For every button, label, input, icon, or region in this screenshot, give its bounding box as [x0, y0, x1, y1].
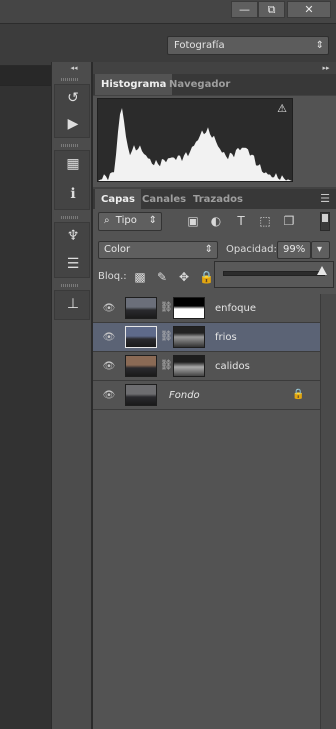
layer-filter-kind-dropdown[interactable]: ⌕ Tipo ⇕	[98, 212, 162, 231]
dock-gripper[interactable]	[61, 284, 79, 287]
eye-icon[interactable]: 👁	[102, 333, 116, 343]
layer-thumbnail[interactable]	[125, 297, 157, 319]
histogram-graph	[97, 98, 293, 182]
layer-mask-thumbnail[interactable]	[173, 326, 205, 348]
layer-row[interactable]: 👁 ⛓ calidos	[93, 352, 320, 381]
lock-position-icon[interactable]: ✥	[177, 270, 191, 284]
close-button[interactable]: ✕	[287, 1, 331, 18]
link-chain-icon[interactable]: ⛓	[160, 301, 173, 315]
workspace-dropdown[interactable]: Fotografía ⇕	[167, 36, 329, 55]
workspace-value: Fotografía	[174, 40, 225, 51]
layer-name[interactable]: enfoque	[215, 302, 256, 316]
info-icon[interactable]: ℹ	[60, 184, 86, 204]
brush-presets-icon[interactable]: ♆	[60, 226, 86, 246]
adjustment-sliders-icon[interactable]: ☰	[60, 254, 86, 274]
chevron-updown-icon: ⇕	[315, 40, 324, 51]
layer-row[interactable]: 👁 ⛓ enfoque	[93, 294, 320, 323]
layer-row[interactable]: 👁 ⛓ frios	[93, 323, 320, 352]
tab-histogram[interactable]: Histograma	[95, 74, 173, 95]
chevron-updown-icon: ⇕	[204, 244, 213, 255]
layer-mask-thumbnail[interactable]	[173, 297, 205, 319]
shape-filter-icon[interactable]: ⬚	[257, 213, 273, 229]
layer-mask-thumbnail[interactable]	[173, 355, 205, 377]
tab-channels[interactable]: Canales	[136, 189, 192, 210]
panel-menu-icon[interactable]: ☰	[317, 193, 333, 205]
filter-toggle-switch[interactable]	[320, 212, 330, 231]
opacity-value: 99%	[283, 244, 306, 255]
tab-navigator[interactable]: Navegador	[163, 74, 236, 95]
opacity-slider-popup[interactable]	[214, 261, 334, 288]
collapse-dock-icon[interactable]: ◂◂	[62, 64, 86, 72]
window-title-bar	[0, 0, 336, 23]
restore-button[interactable]: ⧉	[258, 1, 285, 18]
opacity-dropdown-button[interactable]: ▾	[311, 241, 330, 259]
play-action-icon[interactable]: ▶	[60, 114, 86, 134]
expand-panels-icon[interactable]: ▸▸	[318, 64, 334, 72]
eye-icon[interactable]: 👁	[102, 304, 116, 314]
image-filter-icon[interactable]: ▣	[185, 213, 201, 229]
properties-3d-icon[interactable]: ▦	[60, 154, 86, 174]
blend-mode-value: Color	[104, 244, 131, 255]
tab-layers[interactable]: Capas	[95, 189, 141, 210]
layers-scrollbar[interactable]	[320, 294, 336, 729]
opacity-slider-thumb[interactable]	[317, 266, 327, 275]
tab-paths[interactable]: Trazados	[187, 189, 249, 210]
dock-gripper[interactable]	[61, 216, 79, 219]
dock-gripper[interactable]	[61, 144, 79, 147]
layer-row[interactable]: 👁 Fondo 🔒	[93, 381, 320, 410]
link-chain-icon[interactable]: ⛓	[160, 330, 173, 344]
toggle-knob	[322, 214, 328, 222]
history-brush-icon[interactable]: ↺	[60, 88, 86, 108]
histogram-svg	[98, 108, 292, 181]
layer-thumbnail[interactable]	[125, 384, 157, 406]
eye-icon[interactable]: 👁	[102, 362, 116, 372]
filter-kind-value: Tipo	[115, 215, 137, 226]
adjustment-filter-icon[interactable]: ◐	[208, 213, 224, 229]
histogram-tab-bar: Histograma Navegador	[93, 74, 336, 95]
layer-name[interactable]: Fondo	[169, 389, 200, 403]
layer-name[interactable]: frios	[215, 331, 237, 345]
blend-mode-dropdown[interactable]: Color ⇕	[98, 241, 218, 259]
chevron-down-icon: ▾	[317, 244, 323, 255]
lock-transparent-icon[interactable]: ▩	[133, 270, 147, 284]
layer-thumbnail[interactable]	[125, 326, 157, 348]
eye-icon[interactable]: 👁	[102, 391, 116, 401]
link-chain-icon[interactable]: ⛓	[160, 359, 173, 373]
lock-image-icon[interactable]: ✎	[155, 270, 169, 284]
lock-all-icon[interactable]: 🔒	[199, 270, 214, 284]
minimize-button[interactable]: —	[231, 1, 258, 18]
histogram-shape	[98, 108, 292, 181]
opacity-slider-track[interactable]	[223, 271, 325, 276]
layers-tab-bar: Capas Canales Trazados ☰	[93, 189, 336, 210]
type-filter-icon[interactable]: T	[233, 213, 249, 229]
layer-name[interactable]: calidos	[215, 360, 250, 374]
layer-thumbnail[interactable]	[125, 355, 157, 377]
clone-source-icon[interactable]: ⊥	[60, 294, 86, 314]
opacity-label: Opacidad:	[226, 244, 277, 255]
document-canvas[interactable]	[0, 85, 51, 729]
opacity-input[interactable]: 99%	[277, 241, 311, 259]
warning-icon[interactable]: ⚠	[276, 103, 288, 115]
chevron-updown-icon: ⇕	[148, 215, 157, 226]
lock-label: Bloq.:	[98, 271, 127, 282]
dock-gripper[interactable]	[61, 78, 79, 81]
search-icon: ⌕	[104, 215, 110, 226]
lock-icon: 🔒	[292, 389, 305, 400]
smart-object-filter-icon[interactable]: ❐	[281, 213, 297, 229]
